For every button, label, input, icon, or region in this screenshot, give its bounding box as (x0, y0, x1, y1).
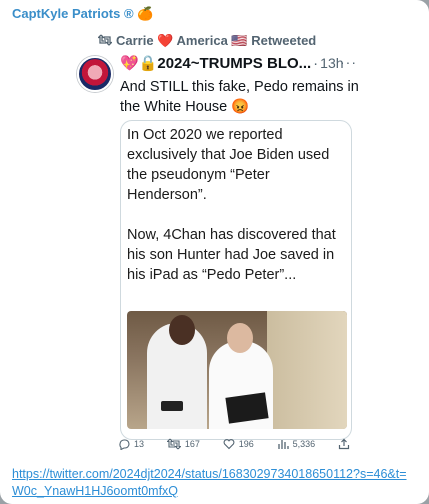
views-button[interactable]: 5,336 (277, 438, 316, 450)
reply-icon (118, 438, 130, 450)
quoted-image-card[interactable]: In Oct 2020 we reported exclusively that… (120, 120, 352, 440)
separator-dot: · (313, 54, 319, 72)
like-button[interactable]: 196 (223, 438, 254, 450)
tweet-text: And STILL this fake, Pedo remains in the… (120, 79, 359, 115)
author-avatar[interactable] (77, 56, 113, 92)
share-icon (338, 438, 350, 450)
photo-head-right (227, 323, 253, 353)
view-count: 5,336 (292, 439, 316, 449)
tweet-screenshot[interactable]: Carrie ❤️ America 🇺🇸 Retweeted 💖🔒2024~TR… (62, 28, 366, 460)
author-row: 💖🔒2024~TRUMPS BLO... · 13h (120, 54, 344, 73)
card-text: In Oct 2020 we reported exclusively that… (127, 127, 336, 283)
photo-head-left (169, 315, 195, 345)
photo-phone (161, 401, 183, 411)
retweet-row: Carrie ❤️ America 🇺🇸 Retweeted (96, 33, 317, 49)
tweet-actions: 13 167 196 5,336 (118, 438, 350, 450)
tweet-link[interactable]: https://twitter.com/2024djt2024/status/1… (12, 466, 412, 500)
retweet-button[interactable]: 167 (166, 438, 200, 450)
retweet-count: 167 (184, 439, 200, 449)
channel-name[interactable]: CaptKyle Patriots ® 🍊 (12, 6, 153, 22)
photo-background (267, 311, 347, 429)
retweet-action-icon (166, 438, 181, 450)
retweet-label: Carrie ❤️ America 🇺🇸 Retweeted (116, 33, 317, 48)
heart-icon (223, 438, 235, 450)
reply-count: 13 (134, 439, 145, 449)
photo-folder (225, 392, 269, 424)
more-options-icon[interactable]: ··· (340, 54, 357, 70)
retweet-icon (96, 34, 114, 49)
news-photo (127, 311, 347, 429)
author-name[interactable]: 💖🔒2024~TRUMPS BLO... (120, 54, 311, 72)
bar-chart-icon (277, 438, 289, 450)
share-button[interactable] (338, 438, 350, 450)
like-count: 196 (238, 439, 254, 449)
reply-button[interactable]: 13 (118, 438, 144, 450)
message-bubble: CaptKyle Patriots ® 🍊 Carrie ❤️ America … (0, 0, 429, 504)
